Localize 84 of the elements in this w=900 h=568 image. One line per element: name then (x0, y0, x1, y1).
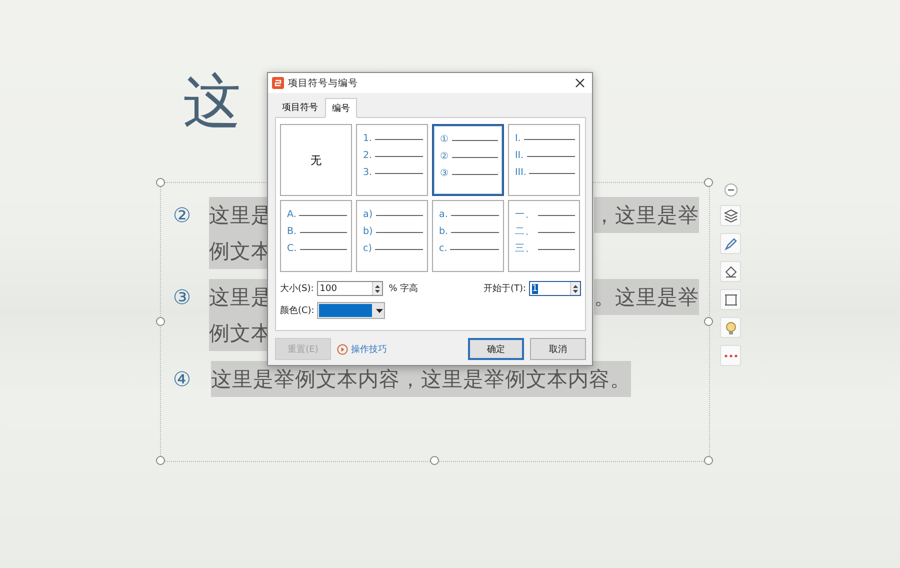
color-dropdown[interactable] (317, 302, 386, 319)
list-marker: B. (287, 226, 297, 238)
line-placeholder (524, 138, 575, 140)
numbering-style-option[interactable]: 无 (280, 124, 352, 196)
resize-handle[interactable] (430, 456, 439, 465)
list-marker: ③ (440, 168, 449, 180)
line-placeholder (375, 172, 423, 174)
field-label: 颜色(C): (280, 304, 314, 317)
ok-button[interactable]: 确定 (468, 338, 524, 360)
close-icon (575, 78, 585, 88)
numbering-style-option[interactable]: a) b) c) (356, 200, 428, 272)
spinner-arrows-icon (570, 282, 580, 295)
field-label: 开始于(T): (483, 283, 526, 295)
list-marker: C. (287, 243, 297, 255)
list-marker: ② (440, 151, 449, 163)
resize-handle[interactable] (704, 178, 713, 187)
resize-handle[interactable] (704, 317, 713, 326)
line-placeholder (374, 248, 423, 250)
collapse-icon (724, 183, 738, 197)
more-button[interactable] (720, 345, 741, 366)
cancel-button[interactable]: 取消 (530, 338, 586, 360)
list-marker: b. (439, 226, 448, 238)
list-marker: III. (515, 167, 526, 179)
more-icon (722, 352, 738, 358)
line-placeholder (376, 214, 423, 216)
frame-button[interactable] (720, 289, 741, 310)
resize-handle[interactable] (704, 456, 713, 465)
list-marker: a) (363, 209, 373, 221)
line-placeholder (450, 248, 499, 250)
list-marker: A. (287, 209, 296, 221)
tab[interactable]: 编号 (325, 98, 357, 118)
unit-label: % 字高 (388, 282, 418, 295)
line-placeholder (538, 248, 575, 250)
list-number: ④ (173, 366, 192, 393)
resize-handle[interactable] (156, 456, 165, 465)
paragraph-text: ，这里是举 (594, 197, 699, 233)
field-label: 大小(S): (280, 282, 314, 295)
list-marker: 3. (363, 167, 372, 179)
line-placeholder (450, 214, 499, 216)
list-marker: ① (440, 134, 449, 146)
list-marker: II. (515, 150, 524, 162)
tips-link[interactable]: 操作技巧 (337, 342, 387, 356)
slide-title: 这 (183, 66, 242, 136)
layers-button[interactable] (720, 205, 741, 226)
numbering-style-option[interactable]: ① ② ③ (432, 124, 504, 196)
list-marker: 二、 (515, 226, 535, 238)
resize-handle[interactable] (156, 317, 165, 326)
numbering-style-option[interactable]: 1. 2. 3. (356, 124, 428, 196)
list-number: ② (173, 202, 192, 229)
line-placeholder (538, 214, 575, 216)
app-logo-icon (272, 77, 284, 89)
line-placeholder (299, 214, 347, 216)
list-marker: c) (363, 243, 372, 255)
list-marker: 三、 (515, 243, 535, 255)
resize-handle[interactable] (156, 178, 165, 187)
line-placeholder (375, 138, 423, 140)
pen-button[interactable] (720, 233, 741, 254)
list-marker: a. (439, 209, 448, 221)
frame-icon (722, 292, 738, 308)
size-field[interactable]: 100 (316, 281, 383, 296)
list-marker: 2. (363, 150, 372, 162)
paragraph-text: 。这里是举 (594, 279, 699, 315)
lightbulb-button[interactable] (720, 317, 741, 338)
list-marker: b) (363, 226, 373, 238)
list-number: ③ (173, 284, 192, 311)
dialog-title: 项目符号与编号 (288, 76, 359, 90)
collapse-button[interactable] (722, 182, 738, 198)
list-marker: I. (515, 133, 521, 145)
spinner-arrows-icon (372, 282, 382, 295)
list-marker: 一、 (515, 209, 535, 221)
layers-icon (722, 208, 738, 224)
start-at-field[interactable]: 1 (529, 281, 581, 296)
numbering-style-option[interactable]: 一、 二、 三、 (508, 200, 580, 272)
pen-icon (722, 236, 738, 252)
line-placeholder (452, 156, 498, 158)
list-marker: 1. (363, 133, 372, 145)
numbering-style-option[interactable]: a. b. c. (432, 200, 504, 272)
numbering-style-option[interactable]: A. B. C. (280, 200, 352, 272)
play-icon (337, 344, 348, 354)
line-placeholder (300, 248, 347, 250)
list-marker: c. (439, 243, 448, 255)
dropdown-arrow-icon (376, 308, 384, 312)
numbering-style-option[interactable]: I. II. III. (508, 124, 580, 196)
line-placeholder (529, 172, 575, 174)
